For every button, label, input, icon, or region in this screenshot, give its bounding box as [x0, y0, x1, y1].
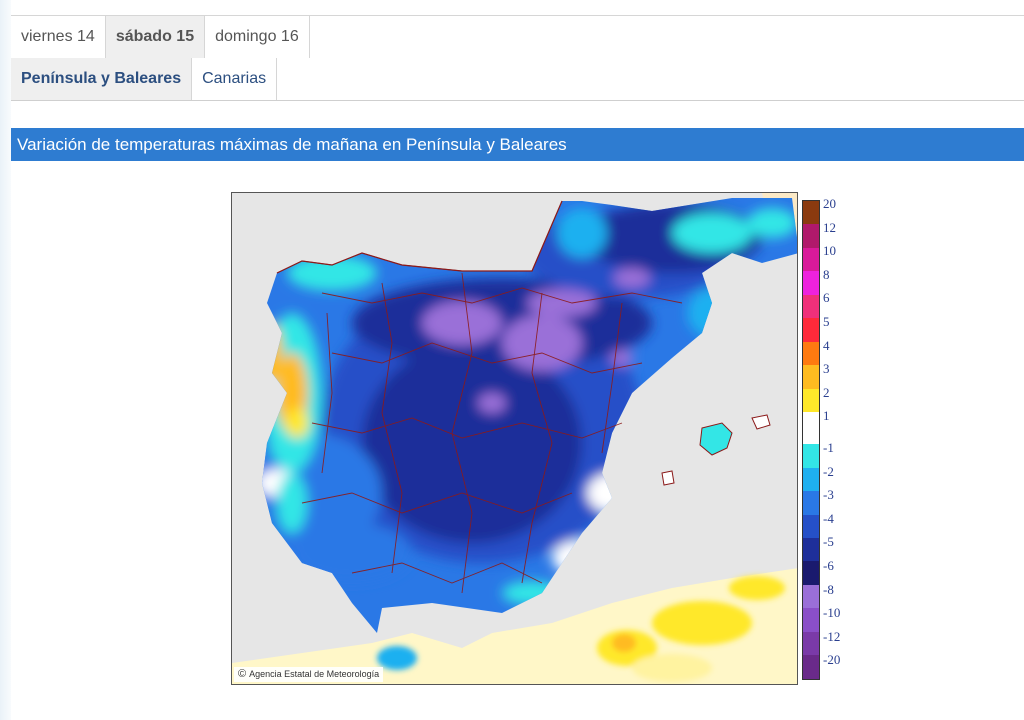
copyright-icon: ©	[238, 668, 247, 680]
legend-label--1: -1	[823, 440, 834, 456]
tab-peninsula-baleares[interactable]: Península y Baleares	[11, 58, 193, 100]
legend-label-1: 1	[823, 408, 830, 424]
legend-label--10: -10	[823, 605, 841, 621]
legend-label-12: 12	[823, 219, 836, 235]
map-svg	[232, 193, 797, 684]
legend-swatch--4	[803, 514, 819, 538]
legend-swatch--20	[803, 655, 819, 679]
legend-swatch--8	[803, 584, 819, 609]
legend-swatch-12	[803, 224, 819, 248]
legend-label-8: 8	[823, 266, 830, 282]
legend-swatch-20	[803, 201, 819, 225]
legend-swatch-4	[803, 341, 819, 366]
legend-label-5: 5	[823, 313, 830, 329]
legend-swatch--1	[803, 444, 819, 468]
legend-swatch--10	[803, 608, 819, 632]
temperature-variation-map: © Agencia Estatal de Meteorología	[231, 192, 798, 685]
page-edge-background	[0, 0, 11, 720]
legend-swatch-6	[803, 294, 819, 319]
tab-domingo[interactable]: domingo 16	[205, 16, 310, 58]
legend-label--8: -8	[823, 581, 834, 597]
legend-swatch-10	[803, 247, 819, 272]
legend-swatch-1	[803, 412, 819, 436]
legend-label--6: -6	[823, 558, 834, 574]
tab-viernes[interactable]: viernes 14	[11, 16, 106, 58]
legend-gap	[803, 435, 819, 445]
legend-swatch--6	[803, 561, 819, 585]
legend-swatch--5	[803, 538, 819, 562]
legend-swatch-8	[803, 271, 819, 295]
tab-sabado[interactable]: sábado 15	[105, 16, 206, 58]
legend-swatch-3	[803, 365, 819, 389]
legend-label-20: 20	[823, 196, 836, 211]
legend-swatch--2	[803, 467, 819, 492]
region-tabs: Península y Baleares Canarias	[11, 58, 1024, 101]
legend-label--5: -5	[823, 534, 834, 550]
map-credit: © Agencia Estatal de Meteorología	[234, 667, 384, 682]
legend-swatch--3	[803, 491, 819, 515]
credit-text: Agencia Estatal de Meteorología	[249, 669, 380, 679]
day-tabs: viernes 14 sábado 15 domingo 16	[11, 15, 1024, 59]
legend-colorbar	[802, 200, 820, 680]
legend-label--3: -3	[823, 487, 834, 503]
legend-label--4: -4	[823, 510, 834, 526]
tab-canarias[interactable]: Canarias	[192, 58, 278, 100]
legend-label-6: 6	[823, 290, 830, 306]
legend-label--2: -2	[823, 463, 834, 479]
legend-label-3: 3	[823, 361, 830, 377]
legend-label--20: -20	[823, 652, 841, 668]
legend-label-2: 2	[823, 384, 830, 400]
legend-label-10: 10	[823, 243, 836, 259]
legend-swatch-5	[803, 318, 819, 342]
map-title: Variación de temperaturas máximas de mañ…	[11, 128, 1024, 161]
legend-label--12: -12	[823, 628, 841, 644]
legend-label-4: 4	[823, 337, 830, 353]
legend-swatch--12	[803, 631, 819, 656]
legend-swatch-2	[803, 388, 819, 413]
